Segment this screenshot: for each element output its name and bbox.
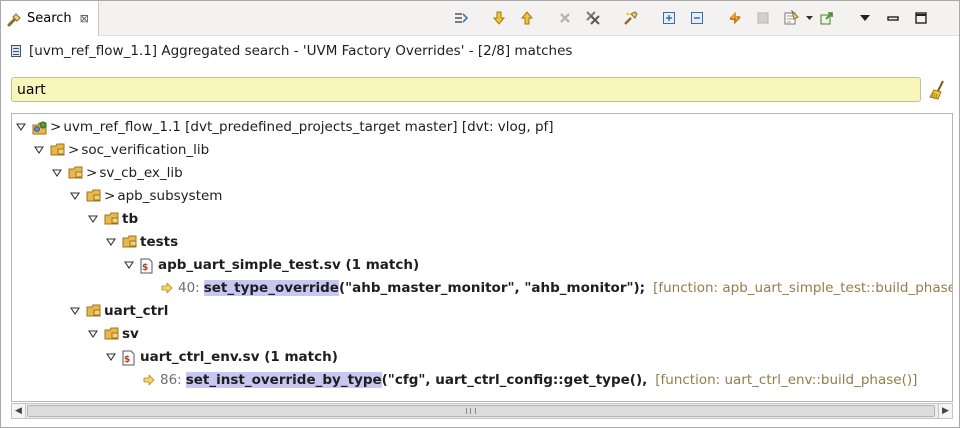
history-icon[interactable]	[780, 7, 802, 29]
horizontal-scrollbar[interactable]: ◀ ▶	[11, 403, 953, 419]
refresh-icon[interactable]	[724, 7, 746, 29]
folder-label: tests	[140, 233, 179, 250]
match-highlight: set_inst_override_by_type	[185, 371, 382, 388]
previous-match-icon[interactable]	[516, 7, 538, 29]
scroll-left-icon[interactable]: ◀	[12, 404, 26, 418]
scroll-right-icon[interactable]: ▶	[938, 404, 952, 418]
file-label: uart_ctrl_env.sv (1 match)	[140, 348, 338, 365]
expanded-toggle-icon[interactable]	[86, 327, 100, 341]
collapse-all-icon[interactable]	[686, 7, 708, 29]
close-tab-icon[interactable]: ⊠	[80, 12, 89, 25]
tree-row-file-uart-ctrl-env[interactable]: $ uart_ctrl_env.sv (1 match)	[104, 345, 338, 368]
flashlight-search-icon	[7, 11, 23, 27]
tab-label: Search	[27, 11, 72, 26]
search-view: Search ⊠ [uvm_ref_flow_1.1] Aggregated s…	[0, 0, 960, 428]
tree-row-uart-ctrl[interactable]: uart_ctrl	[68, 299, 168, 322]
folder-label: apb_subsystem	[117, 187, 223, 204]
expanded-toggle-icon[interactable]	[14, 120, 28, 134]
tree-row-match-1[interactable]: 40: set_type_override ("ahb_master_monit…	[160, 276, 953, 299]
remove-all-icon[interactable]	[582, 7, 604, 29]
view-toolbar	[447, 6, 935, 30]
scrollbar-thumb[interactable]	[27, 405, 935, 417]
library-folder-icon	[68, 166, 84, 180]
path-separator: >	[50, 118, 62, 135]
expand-all-icon[interactable]	[658, 7, 680, 29]
history-dropdown-icon[interactable]	[805, 7, 813, 29]
folder-label: soc_verification_lib	[81, 141, 210, 158]
folder-icon	[104, 327, 120, 341]
folder-label: tb	[122, 210, 139, 227]
svg-text:$: $	[124, 355, 130, 365]
tree-row-soc-verification-lib[interactable]: > soc_verification_lib	[32, 138, 209, 161]
project-icon	[32, 120, 48, 134]
line-number: 40:	[178, 279, 200, 296]
match-context: [function: uart_ctrl_env::build_phase()]	[655, 371, 918, 388]
folder-label: uart_ctrl	[104, 302, 169, 319]
tree-row-match-2[interactable]: 86: set_inst_override_by_type ("cfg", ua…	[142, 368, 917, 391]
match-arrow-icon	[160, 281, 174, 295]
filter-input[interactable]: uart	[11, 77, 921, 102]
tree-row-project[interactable]: > uvm_ref_flow_1.1 [dvt_predefined_proje…	[14, 115, 554, 138]
library-folder-icon	[50, 143, 66, 157]
match-text: ("cfg", uart_ctrl_config::get_type(),	[381, 371, 648, 388]
view-menu-icon[interactable]	[854, 7, 876, 29]
tree-row-tests[interactable]: tests	[104, 230, 178, 253]
path-separator: >	[68, 141, 80, 158]
folder-label: sv_cb_ex_lib	[99, 164, 183, 181]
file-label: apb_uart_simple_test.sv (1 match)	[158, 256, 420, 273]
run-search-icon[interactable]	[450, 7, 472, 29]
search-summary: [uvm_ref_flow_1.1] Aggregated search - '…	[11, 41, 572, 61]
tab-search[interactable]: Search ⊠	[1, 1, 99, 36]
expanded-toggle-icon[interactable]	[122, 258, 136, 272]
folder-icon	[104, 212, 120, 226]
expanded-toggle-icon[interactable]	[50, 166, 64, 180]
view-tab-bar: Search ⊠	[1, 1, 959, 36]
svg-text:$: $	[142, 263, 148, 273]
match-arrow-icon	[142, 373, 156, 387]
minimize-icon[interactable]	[882, 7, 904, 29]
remove-match-icon[interactable]	[554, 7, 576, 29]
folder-label: sv	[122, 325, 139, 342]
grip-icon	[466, 408, 476, 414]
match-text: ("ahb_master_monitor", "ahb_monitor");	[338, 279, 646, 296]
match-highlight: set_type_override	[203, 279, 339, 296]
package-folder-icon	[86, 189, 102, 203]
expanded-toggle-icon[interactable]	[104, 350, 118, 364]
line-number: 86:	[160, 371, 182, 388]
tree-row-sv[interactable]: sv	[86, 322, 139, 345]
path-separator: >	[86, 164, 98, 181]
sv-file-icon: $	[140, 258, 156, 273]
cancel-icon[interactable]	[752, 7, 774, 29]
tree-row-file-apb-uart-simple-test[interactable]: $ apb_uart_simple_test.sv (1 match)	[122, 253, 419, 276]
export-icon[interactable]	[816, 7, 838, 29]
expanded-toggle-icon[interactable]	[32, 143, 46, 157]
expanded-toggle-icon[interactable]	[86, 212, 100, 226]
next-match-icon[interactable]	[488, 7, 510, 29]
sv-file-icon: $	[122, 350, 138, 365]
pin-icon[interactable]	[620, 7, 642, 29]
project-label: uvm_ref_flow_1.1 [dvt_predefined_project…	[63, 118, 554, 135]
match-context: [function: apb_uart_simple_test::build_p…	[653, 279, 953, 296]
maximize-icon[interactable]	[910, 7, 932, 29]
path-separator: >	[104, 187, 116, 204]
document-icon	[11, 45, 21, 57]
expanded-toggle-icon[interactable]	[104, 235, 118, 249]
folder-icon	[122, 235, 138, 249]
search-summary-text: [uvm_ref_flow_1.1] Aggregated search - '…	[29, 43, 573, 59]
clear-filter-broom-icon[interactable]	[928, 79, 948, 101]
tree-row-sv-cb-ex-lib[interactable]: > sv_cb_ex_lib	[50, 161, 183, 184]
folder-icon	[86, 304, 102, 318]
search-results-tree[interactable]: > uvm_ref_flow_1.1 [dvt_predefined_proje…	[11, 113, 953, 402]
tree-row-tb[interactable]: tb	[86, 207, 138, 230]
expanded-toggle-icon[interactable]	[68, 189, 82, 203]
expanded-toggle-icon[interactable]	[68, 304, 82, 318]
tree-row-apb-subsystem[interactable]: > apb_subsystem	[68, 184, 222, 207]
